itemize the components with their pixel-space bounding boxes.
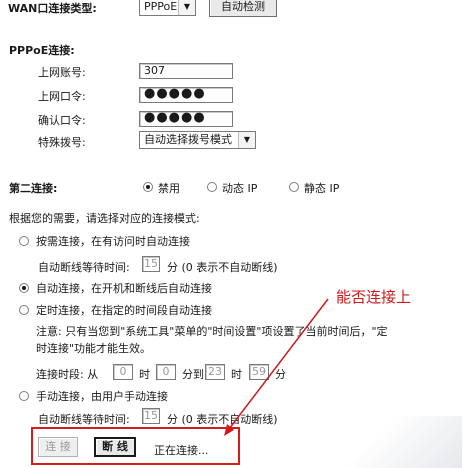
annotation-text: 能否连接上 bbox=[336, 288, 412, 306]
watermark bbox=[342, 416, 462, 468]
annotation-arrow-icon bbox=[224, 298, 329, 436]
